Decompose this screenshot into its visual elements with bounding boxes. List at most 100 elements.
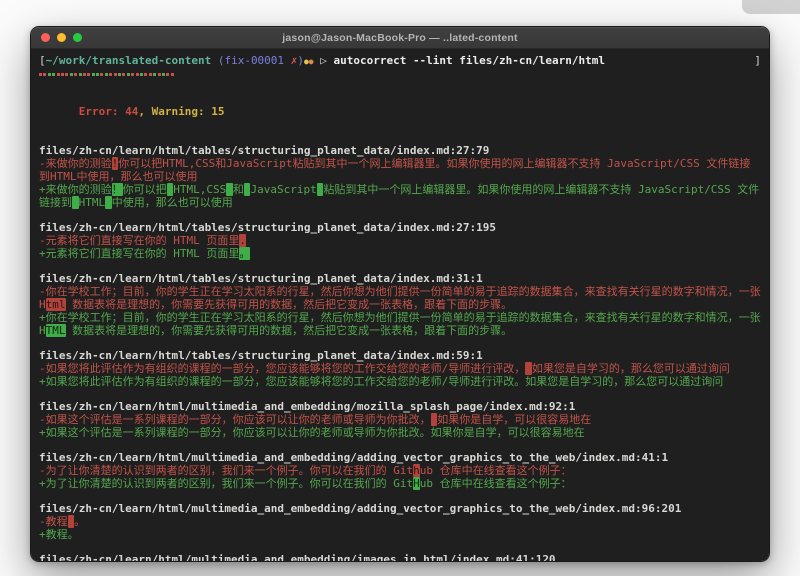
progress-dot: [92, 73, 95, 76]
diff-line-add: +为了让你清楚的认识到两者的区别，我们来一个例子。你可以在我们的 GitHub …: [39, 477, 761, 490]
diff-text: +如果您将此评估作为有组织的课程的一部分，您应该能够将您的工作交给您的老师/导师…: [39, 375, 723, 388]
diff-file-header: files/zh-cn/learn/html/multimedia_and_em…: [39, 502, 761, 515]
progress-dot: [153, 73, 156, 76]
warning-count: , Warning: 15: [138, 105, 224, 118]
progress-dot: [100, 73, 103, 76]
diff-file-header: files/zh-cn/learn/html/tables/structurin…: [39, 221, 761, 234]
progress-dot: [74, 73, 77, 76]
progress-dot: [96, 73, 99, 76]
diff-highlight: h: [413, 464, 420, 477]
diff-highlight: TML: [46, 324, 66, 337]
diff-line-del: -教程 。: [39, 515, 761, 528]
progress-dot: [166, 73, 169, 76]
zoom-button[interactable]: [73, 33, 82, 42]
progress-dot: [109, 73, 112, 76]
lint-summary: Error: 44, Warning: 15: [39, 92, 761, 131]
close-button[interactable]: [41, 33, 50, 42]
window-title: jason@Jason-MacBook-Pro — ..lated-conten…: [282, 32, 517, 44]
diff-text: ub 仓库中在线查看这个例子：: [420, 477, 572, 490]
diff-text: ub 仓库中在线查看这个例子：: [420, 464, 572, 477]
diff-text: 你可以把HTML,CSS和JavaScript粘贴到其中一个网上编辑器里。如果你…: [39, 157, 750, 183]
diff-file-header: files/zh-cn/learn/html/tables/structurin…: [39, 144, 761, 157]
diff-text: 数据表将是理想的，你需要先获得可用的数据，然后把它变成一张表格，跟着下面的步骤。: [66, 298, 513, 311]
progress-dot: [149, 73, 152, 76]
progress-dot: [43, 73, 46, 76]
diff-line-add: +教程。: [39, 528, 761, 541]
diff-line-del: -为了让你清楚的认识到两者的区别，我们来一个例子。你可以在我们的 Github …: [39, 464, 761, 477]
terminal-window: jason@Jason-MacBook-Pro — ..lated-conten…: [30, 26, 770, 562]
diff-highlight: H: [413, 477, 420, 490]
command-text: autocorrect --lint files/zh-cn/learn/htm…: [333, 54, 605, 67]
diff-line-del: -来做你的测验!你可以把HTML,CSS和JavaScript粘贴到其中一个网上…: [39, 157, 761, 183]
diff-text: -为了让你清楚的认识到两者的区别，我们来一个例子。你可以在我们的 Git: [39, 464, 413, 477]
diff-text: HTML: [79, 196, 106, 209]
progress-dot: [131, 73, 134, 76]
diff-text: -如果这个评估是一系列课程的一部分，你应该可以让你的老师或导师为你批改，: [39, 413, 431, 426]
diff-text: +如果这个评估是一系列课程的一部分，你应该可以让你的老师或导师为你批改。如果你是…: [39, 426, 585, 439]
diff-text: JavaScript: [250, 183, 316, 196]
diff-highlight: [105, 196, 112, 209]
progress-dot: [171, 73, 174, 76]
progress-dot: [144, 73, 147, 76]
progress-dot: [122, 73, 125, 76]
diff-blocks: files/zh-cn/learn/html/tables/structurin…: [39, 144, 761, 561]
progress-dot: [61, 73, 64, 76]
diff-line-add: +如果这个评估是一系列课程的一部分，你应该可以让你的老师或导师为你批改。如果你是…: [39, 426, 761, 439]
progress-dot: [70, 73, 73, 76]
diff-text: 如果你是自学，可以很容易地在: [437, 413, 591, 426]
diff-block: files/zh-cn/learn/html/multimedia_and_em…: [39, 502, 761, 541]
progress-dot: [57, 73, 60, 76]
diff-line-add: +你在学校工作；目前，你的学生正在学习太阳系的行星，然后你想为他们提供一份简单的…: [39, 311, 761, 337]
diff-text: -教程: [39, 515, 68, 528]
diff-text: 数据表将是理想的，你需要先获得可用的数据，然后把它变成一张表格，跟着下面的步骤。: [66, 324, 513, 337]
diff-highlight: [72, 196, 79, 209]
diff-file-header: files/zh-cn/learn/html/tables/structurin…: [39, 349, 761, 362]
progress-dot: [118, 73, 121, 76]
diff-line-del: -你在学校工作；目前，你的学生正在学习太阳系的行星，然后你想为他们提供一份简单的…: [39, 285, 761, 311]
background-window-fragment: [742, 0, 800, 14]
diff-text: 如果您是自学习的，那么您可以通过询问: [532, 362, 730, 375]
prompt-bracket-close: ]: [754, 54, 761, 68]
diff-block: files/zh-cn/learn/html/tables/structurin…: [39, 349, 761, 388]
diff-highlight: [226, 183, 233, 196]
diff-text: 和: [233, 183, 244, 196]
diff-text: 中使用，那么也可以使用: [112, 196, 233, 209]
diff-block: files/zh-cn/learn/html/tables/structurin…: [39, 272, 761, 337]
diff-highlight: ！: [112, 183, 123, 196]
diff-highlight: [525, 362, 532, 375]
diff-text: -如果您将此评估作为有组织的课程的一部分，您应该能够将您的工作交给您的老师/导师…: [39, 362, 525, 375]
diff-file-header: files/zh-cn/learn/html/multimedia_and_em…: [39, 553, 761, 561]
diff-highlight: 。: [239, 247, 250, 260]
minimize-button[interactable]: [57, 33, 66, 42]
diff-file-header: files/zh-cn/learn/html/multimedia_and_em…: [39, 400, 761, 413]
prompt-arrow-icon: ▷: [314, 54, 334, 67]
progress-dot: [158, 73, 161, 76]
diff-text: +来做你的测验: [39, 183, 112, 196]
progress-dot: [114, 73, 117, 76]
error-count: Error: 44: [79, 105, 139, 118]
window-titlebar[interactable]: jason@Jason-MacBook-Pro — ..lated-conten…: [31, 27, 769, 49]
prompt-left: [~/work/translated-content (fix-00001 ✗)…: [39, 54, 605, 68]
diff-line-del: -如果这个评估是一系列课程的一部分，你应该可以让你的老师或导师为你批改， 如果你…: [39, 413, 761, 426]
progress-dot: [140, 73, 143, 76]
diff-line-add: +元素将它们直接写在你的 HTML 页面里。: [39, 247, 761, 260]
traffic-lights: [41, 27, 82, 48]
diff-highlight: tml: [46, 298, 66, 311]
terminal-content[interactable]: [~/work/translated-content (fix-00001 ✗)…: [31, 49, 769, 561]
diff-text: +教程。: [39, 528, 79, 541]
progress-dots: [39, 68, 761, 81]
progress-dot: [79, 73, 82, 76]
diff-text: 你可以把: [123, 183, 167, 196]
diff-line-del: -如果您将此评估作为有组织的课程的一部分，您应该能够将您的工作交给您的老师/导师…: [39, 362, 761, 375]
prompt-bracket-open: [: [39, 54, 46, 67]
diff-block: files/zh-cn/learn/html/tables/structurin…: [39, 221, 761, 260]
git-branch-label: (fix-00001: [211, 54, 290, 67]
progress-dot: [162, 73, 165, 76]
diff-text: HTML,CSS: [173, 183, 226, 196]
diff-text: +为了让你清楚的认识到两者的区别，我们来一个例子。你可以在我们的 Git: [39, 477, 413, 490]
diff-line-add: +来做你的测验！你可以把 HTML,CSS 和 JavaScript 粘贴到其中…: [39, 183, 761, 209]
diff-file-header: files/zh-cn/learn/html/multimedia_and_em…: [39, 451, 761, 464]
git-branch-close-paren: ): [297, 54, 304, 67]
diff-line-del: -元素将它们直接写在你的 HTML 页面里.: [39, 234, 761, 247]
diff-line-add: +如果您将此评估作为有组织的课程的一部分，您应该能够将您的工作交给您的老师/导师…: [39, 375, 761, 388]
